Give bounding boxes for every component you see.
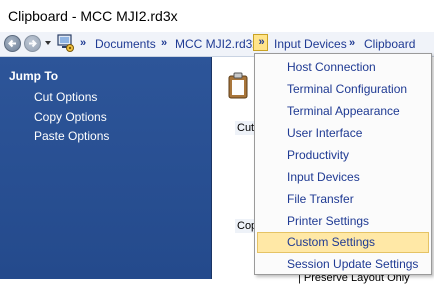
menu-item-session-update-settings[interactable]: Session Update Settings <box>257 254 429 275</box>
window-title: Clipboard - MCC MJI2.rd3x <box>8 8 178 24</box>
jump-to-sidebar: Jump To Cut Options Copy Options Paste O… <box>0 57 212 279</box>
breadcrumb-clipboard[interactable]: Clipboard <box>364 37 415 51</box>
menu-item-terminal-appearance[interactable]: Terminal Appearance <box>257 101 429 122</box>
menu-item-host-connection[interactable]: Host Connection <box>257 57 429 78</box>
back-button[interactable] <box>4 35 21 52</box>
title-bar: Clipboard - MCC MJI2.rd3x <box>0 0 434 32</box>
history-dropdown-icon[interactable] <box>45 41 51 45</box>
cut-section-label: Cut <box>235 121 257 135</box>
menu-item-user-interface[interactable]: User Interface <box>257 123 429 144</box>
sidebar-link-copy-options[interactable]: Copy Options <box>34 110 107 124</box>
computer-settings-icon[interactable] <box>57 34 75 53</box>
sidebar-link-paste-options[interactable]: Paste Options <box>34 129 109 143</box>
breadcrumb-dropdown-button[interactable]: » <box>253 34 268 51</box>
menu-item-input-devices[interactable]: Input Devices <box>257 167 429 188</box>
breadcrumb-separator: » <box>349 37 355 49</box>
menu-item-file-transfer[interactable]: File Transfer <box>257 189 429 210</box>
menu-item-terminal-configuration[interactable]: Terminal Configuration <box>257 79 429 100</box>
menu-item-productivity[interactable]: Productivity <box>257 145 429 166</box>
breadcrumb-dropdown-menu: Host Connection Terminal Configuration T… <box>254 53 432 275</box>
breadcrumb-documents[interactable]: Documents <box>95 37 156 51</box>
forward-arrow-icon <box>29 39 37 48</box>
breadcrumb-separator: » <box>161 37 167 49</box>
breadcrumb-input-devices[interactable]: Input Devices <box>274 37 347 51</box>
clipboard-icon <box>228 72 248 99</box>
breadcrumb-mcc[interactable]: MCC MJI2.rd3x <box>175 37 258 51</box>
back-arrow-icon <box>8 39 16 48</box>
breadcrumb-separator: » <box>80 37 86 49</box>
menu-item-printer-settings[interactable]: Printer Settings <box>257 211 429 232</box>
forward-button[interactable] <box>24 35 41 52</box>
sidebar-heading: Jump To <box>9 69 59 83</box>
sidebar-link-cut-options[interactable]: Cut Options <box>34 90 97 104</box>
menu-item-custom-settings[interactable]: Custom Settings <box>257 232 429 253</box>
